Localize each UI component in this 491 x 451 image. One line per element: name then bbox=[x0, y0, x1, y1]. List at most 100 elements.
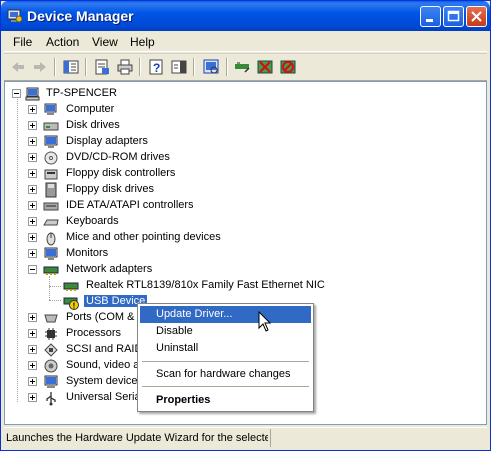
mouse-pointer-icon bbox=[258, 311, 272, 332]
svg-text:?: ? bbox=[153, 61, 160, 75]
tree-item-label: System devices bbox=[66, 375, 144, 387]
expand-icon[interactable] bbox=[28, 249, 37, 258]
menu-item-label: Scan for hardware changes bbox=[156, 368, 291, 380]
disable-icon[interactable] bbox=[279, 58, 297, 76]
tree-item-label: Disk drives bbox=[66, 119, 120, 131]
minimize-button[interactable] bbox=[420, 6, 441, 27]
menu-separator bbox=[142, 386, 309, 387]
back-icon[interactable] bbox=[9, 58, 27, 76]
svg-text:!: ! bbox=[73, 302, 76, 311]
menu-item-label: Properties bbox=[156, 394, 211, 406]
menu-file[interactable]: File bbox=[13, 35, 32, 49]
status-text: Launches the Hardware Update Wizard for … bbox=[6, 432, 268, 444]
expand-icon[interactable] bbox=[28, 137, 37, 146]
toolbar-separator bbox=[54, 58, 56, 76]
expand-icon[interactable] bbox=[28, 313, 37, 322]
collapse-icon[interactable] bbox=[12, 89, 21, 98]
toolbar-separator bbox=[193, 58, 195, 76]
expand-icon[interactable] bbox=[28, 217, 37, 226]
network-adapter-icon bbox=[43, 266, 59, 275]
properties-icon[interactable] bbox=[93, 58, 111, 76]
menu-item-label: Uninstall bbox=[156, 342, 199, 354]
toolbar: ? bbox=[4, 53, 487, 81]
computer-icon bbox=[44, 103, 57, 115]
status-divider bbox=[270, 429, 271, 447]
expand-icon[interactable] bbox=[28, 121, 37, 130]
show-hide-action-pane-icon[interactable] bbox=[170, 58, 188, 76]
expand-icon[interactable] bbox=[28, 185, 37, 194]
menu-view[interactable]: View bbox=[92, 35, 118, 49]
tree-line bbox=[49, 286, 61, 287]
expand-icon[interactable] bbox=[28, 361, 37, 370]
floppy-drive-icon bbox=[45, 182, 57, 198]
tree-item-label: Keyboards bbox=[66, 215, 119, 227]
uninstall-icon[interactable] bbox=[256, 58, 274, 76]
expand-icon[interactable] bbox=[28, 377, 37, 386]
expand-icon[interactable] bbox=[28, 233, 37, 242]
tree-item-label: Computer bbox=[66, 103, 115, 115]
toolbar-separator bbox=[139, 58, 141, 76]
menu-separator bbox=[142, 361, 309, 362]
tree-item-label: Floppy disk controllers bbox=[66, 167, 176, 179]
tree-item-label: DVD/CD-ROM drives bbox=[66, 151, 170, 163]
ide-controller-icon bbox=[43, 202, 59, 211]
expand-icon[interactable] bbox=[28, 201, 37, 210]
show-hide-console-tree-icon[interactable] bbox=[62, 58, 80, 76]
help-icon[interactable]: ? bbox=[147, 58, 165, 76]
tree-item-label: Mice and other pointing devices bbox=[66, 231, 221, 243]
expand-icon[interactable] bbox=[28, 169, 37, 178]
update-driver-icon[interactable] bbox=[233, 58, 251, 76]
menu-update-driver[interactable]: Update Driver... bbox=[140, 306, 311, 323]
device-manager-window: Device Manager File Action View Help ? T… bbox=[0, 0, 491, 451]
warning-device-icon: ! bbox=[63, 297, 79, 311]
toolbar-separator bbox=[226, 58, 228, 76]
tree-item-label: IDE ATA/ATAPI controllers bbox=[66, 199, 194, 211]
cdrom-icon bbox=[44, 151, 58, 165]
menu-uninstall[interactable]: Uninstall bbox=[140, 340, 311, 357]
tree-line bbox=[49, 276, 50, 300]
scan-hardware-icon[interactable] bbox=[202, 58, 220, 76]
system-device-icon bbox=[44, 375, 58, 388]
close-icon bbox=[471, 11, 482, 22]
expand-icon[interactable] bbox=[28, 329, 37, 338]
tree-root-label: TP-SPENCER bbox=[46, 87, 117, 99]
sound-icon bbox=[44, 359, 58, 373]
menu-item-label: Disable bbox=[156, 325, 193, 337]
monitor-icon bbox=[44, 247, 58, 260]
menu-help[interactable]: Help bbox=[130, 35, 155, 49]
print-icon[interactable] bbox=[116, 58, 134, 76]
keyboard-icon bbox=[43, 219, 59, 226]
toolbar-separator bbox=[85, 58, 87, 76]
mouse-icon bbox=[46, 232, 56, 246]
tree-item-label: Floppy disk drives bbox=[66, 183, 155, 195]
expand-icon[interactable] bbox=[28, 393, 37, 402]
tree-line bbox=[49, 300, 61, 301]
display-adapter-icon bbox=[44, 135, 58, 148]
close-button[interactable] bbox=[466, 6, 487, 27]
tree-item-label: Monitors bbox=[66, 247, 109, 259]
expand-icon[interactable] bbox=[28, 105, 37, 114]
forward-icon[interactable] bbox=[31, 58, 49, 76]
computer-manage-icon bbox=[7, 9, 23, 23]
menu-disable[interactable]: Disable bbox=[140, 323, 311, 340]
usb-icon bbox=[46, 392, 56, 406]
computer-icon bbox=[25, 87, 40, 101]
network-card-icon bbox=[63, 282, 79, 291]
menu-action[interactable]: Action bbox=[46, 35, 79, 49]
port-icon bbox=[44, 314, 58, 323]
menu-properties[interactable]: Properties bbox=[140, 392, 311, 409]
minimize-icon bbox=[426, 19, 433, 22]
expand-icon[interactable] bbox=[28, 153, 37, 162]
title-bar[interactable]: Device Manager bbox=[1, 1, 490, 31]
tree-line bbox=[17, 96, 18, 402]
menu-bar: File Action View Help bbox=[4, 31, 487, 52]
menu-item-label: Update Driver... bbox=[156, 308, 233, 320]
processor-icon bbox=[45, 328, 57, 340]
scsi-icon bbox=[44, 343, 58, 357]
disk-drive-icon bbox=[43, 122, 59, 131]
collapse-icon[interactable] bbox=[28, 265, 37, 274]
floppy-controller-icon bbox=[44, 169, 58, 180]
maximize-button[interactable] bbox=[443, 6, 464, 27]
expand-icon[interactable] bbox=[28, 345, 37, 354]
menu-scan-hardware[interactable]: Scan for hardware changes bbox=[140, 366, 311, 383]
